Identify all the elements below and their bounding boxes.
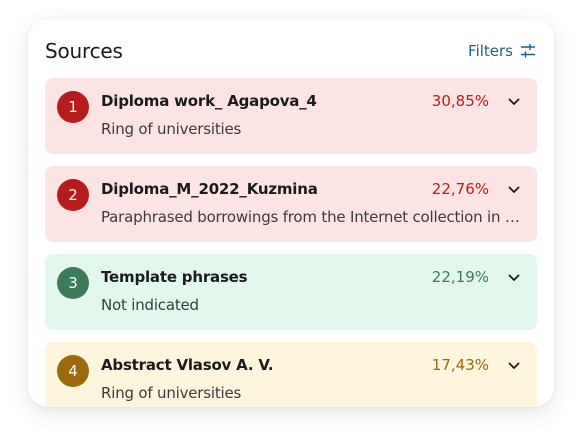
sources-list: 1 Diploma work_ Agapova_4 30,85% Ring of… (45, 78, 537, 407)
source-index-badge: 3 (57, 267, 89, 299)
source-item[interactable]: 1 Diploma work_ Agapova_4 30,85% Ring of… (45, 78, 537, 154)
source-index-badge: 4 (57, 355, 89, 387)
source-name: Abstract Vlasov A. V. (101, 356, 274, 374)
chevron-down-icon[interactable] (507, 183, 521, 197)
chevron-down-icon[interactable] (507, 271, 521, 285)
source-percent: 22,76% (431, 180, 489, 198)
source-name: Template phrases (101, 268, 248, 286)
source-name: Diploma_M_2022_Kuzmina (101, 180, 318, 198)
source-description: Ring of universities (101, 384, 242, 402)
source-index-badge: 2 (57, 179, 89, 211)
source-percent: 17,43% (431, 356, 489, 374)
source-description: Not indicated (101, 296, 199, 314)
chevron-down-icon[interactable] (507, 359, 521, 373)
source-percent: 22,19% (431, 268, 489, 286)
source-item[interactable]: 2 Diploma_M_2022_Kuzmina 22,76% Paraphra… (45, 166, 537, 242)
filters-label: Filters (468, 42, 513, 60)
source-name: Diploma work_ Agapova_4 (101, 92, 317, 110)
source-percent: 30,85% (431, 92, 489, 110)
panel-title: Sources (45, 39, 123, 63)
filters-button[interactable]: Filters (468, 42, 536, 60)
source-index-badge: 1 (57, 91, 89, 123)
chevron-down-icon[interactable] (507, 95, 521, 109)
source-item[interactable]: 4 Abstract Vlasov A. V. 17,43% Ring of u… (45, 342, 537, 407)
sources-panel: Sources Filters 1 Diploma work_ Agapova_… (28, 19, 554, 407)
source-description: Ring of universities (101, 120, 242, 138)
source-item[interactable]: 3 Template phrases 22,19% Not indicated (45, 254, 537, 330)
source-description: Paraphrased borrowings from the Internet… (101, 208, 523, 226)
sliders-icon (520, 43, 536, 59)
panel-header: Sources Filters (45, 37, 536, 65)
